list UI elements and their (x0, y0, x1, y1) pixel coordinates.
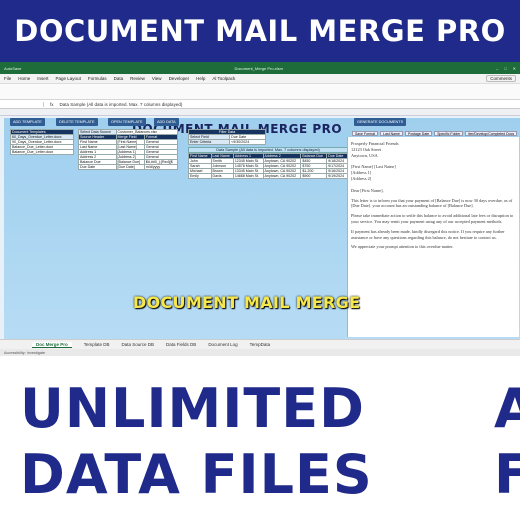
close-icon[interactable]: ✕ (513, 66, 516, 71)
autosave-toggle[interactable]: AutoSave (4, 66, 21, 71)
add-data-button[interactable]: ADD DATA (154, 118, 179, 126)
letter-paragraph: Please take immediate action to settle t… (351, 213, 514, 224)
menu-formulas[interactable]: Formulas (88, 76, 107, 81)
generate-documents-button[interactable]: GENERATE DOCUMENTS (354, 118, 407, 126)
delete-template-button[interactable]: DELETE TEMPLATE (56, 118, 98, 126)
sheet-tabs: Doc Merge Pro Template DB Data Source DB… (0, 339, 520, 349)
status-text: Accessibility: Investigate (4, 350, 46, 355)
letter-paragraph: We appreciate your prompt attention to t… (351, 244, 454, 250)
comments-button[interactable]: Comments (486, 75, 516, 82)
save-format-field[interactable]: Save Format (352, 131, 379, 136)
name-box[interactable] (4, 101, 44, 107)
menu-file[interactable]: File (4, 76, 11, 81)
data-source-table: Select Data Source Customer_Balances.xls… (78, 129, 179, 170)
folder-path-field[interactable]: tter/Develop/Completed Docs (465, 131, 518, 136)
letter-paragraph: This letter is to inform you that your p… (351, 197, 513, 209)
postage-date-field[interactable]: Postage Date (404, 131, 433, 136)
minimize-icon[interactable]: – (496, 66, 498, 71)
promo-line-2: DATA FILES (20, 443, 373, 506)
tab-document-log[interactable]: Document Log (208, 342, 237, 347)
file-name-field[interactable]: Last Name (380, 131, 403, 136)
menu-bar: File Home Insert Page Layout Formulas Da… (0, 74, 520, 84)
promo-line-1: UNLIMITED (20, 377, 365, 440)
add-template-button[interactable]: ADD TEMPLATE (10, 118, 45, 126)
menu-page-layout[interactable]: Page Layout (56, 76, 81, 81)
filter-criteria-label: Enter Criteria (187, 139, 231, 145)
ribbon (0, 84, 520, 100)
file-name: Document_Merge Pro.xlsm (234, 65, 283, 71)
promo-edge-1: A (494, 377, 520, 440)
formula-bar: fx Data Sample (All data is imported. Ma… (0, 100, 520, 109)
filter-criteria-input[interactable]: <9/30/2024 (229, 139, 266, 145)
video-caption: DOCUMENT MAIL MERGE (133, 293, 361, 312)
tab-doc-merge-pro[interactable]: Doc Merge Pro (32, 341, 72, 348)
formula-content[interactable]: Data Sample (All data is imported. Max. … (60, 102, 183, 107)
menu-home[interactable]: Home (18, 76, 30, 81)
promo-edge-2: F (494, 443, 520, 506)
menu-insert[interactable]: Insert (37, 76, 48, 81)
title-bar: AutoSave Document_Merge Pro.xlsm – □ ✕ (0, 62, 520, 74)
data-source-label: Select Data Source (78, 129, 117, 135)
menu-view[interactable]: View (152, 76, 162, 81)
column-headers (0, 109, 520, 116)
tab-template-db[interactable]: Template DB (84, 342, 110, 347)
data-sample-table: First Name Last Name Address 1 Address 2… (188, 153, 348, 179)
status-bar: Accessibility: Investigate (0, 349, 520, 356)
tab-tempdata[interactable]: TempData (250, 342, 271, 347)
fx-icon: fx (50, 101, 54, 107)
promo-banner: DOCUMENT MAIL MERGE PRO (0, 0, 520, 62)
open-template-button[interactable]: OPEN TEMPLATE (108, 118, 146, 126)
letter-paragraph: If payment has already been made, kindly… (351, 228, 505, 240)
table-row: Due Date [Due Date] m/d/yyyy (78, 164, 179, 170)
menu-help[interactable]: Help (196, 76, 205, 81)
column-header: Balance Due (300, 153, 328, 159)
menu-ai-toolpack[interactable]: Al Toolpack (212, 76, 235, 81)
templates-table: Document Templates 60_Days_Overdue_Lette… (10, 129, 74, 155)
menu-review[interactable]: Review (130, 76, 145, 81)
menu-developer[interactable]: Developer (169, 76, 190, 81)
filter-table: Filter Data Select Field Due Date Enter C… (187, 129, 266, 145)
menu-data[interactable]: Data (114, 76, 124, 81)
table-row: Emily Davis 14668 Main St. Anytown, CA 9020… (188, 173, 348, 179)
letter-preview: Prosperly Financial Friends 12123 Oak St… (347, 137, 519, 337)
list-item[interactable]: Balance_Due_Letter.docx (10, 149, 74, 155)
maximize-icon[interactable]: □ (504, 66, 506, 71)
letter-salutation: Dear [First Name], (351, 187, 384, 193)
table-row: Balance Due [Balance Due] $#,##0_);[Red]($ (78, 159, 179, 165)
window-controls: – □ ✕ (496, 66, 516, 71)
tab-data-source-db[interactable]: Data Source DB (122, 342, 155, 347)
save-settings-bar: Save Format Last Name Postage Date Speci… (352, 131, 518, 136)
tab-data-fields-db[interactable]: Data Fields DB (166, 342, 196, 347)
banner-title: DOCUMENT MAIL MERGE PRO (14, 14, 506, 48)
specific-folder-field[interactable]: Specific Folder (434, 131, 464, 136)
